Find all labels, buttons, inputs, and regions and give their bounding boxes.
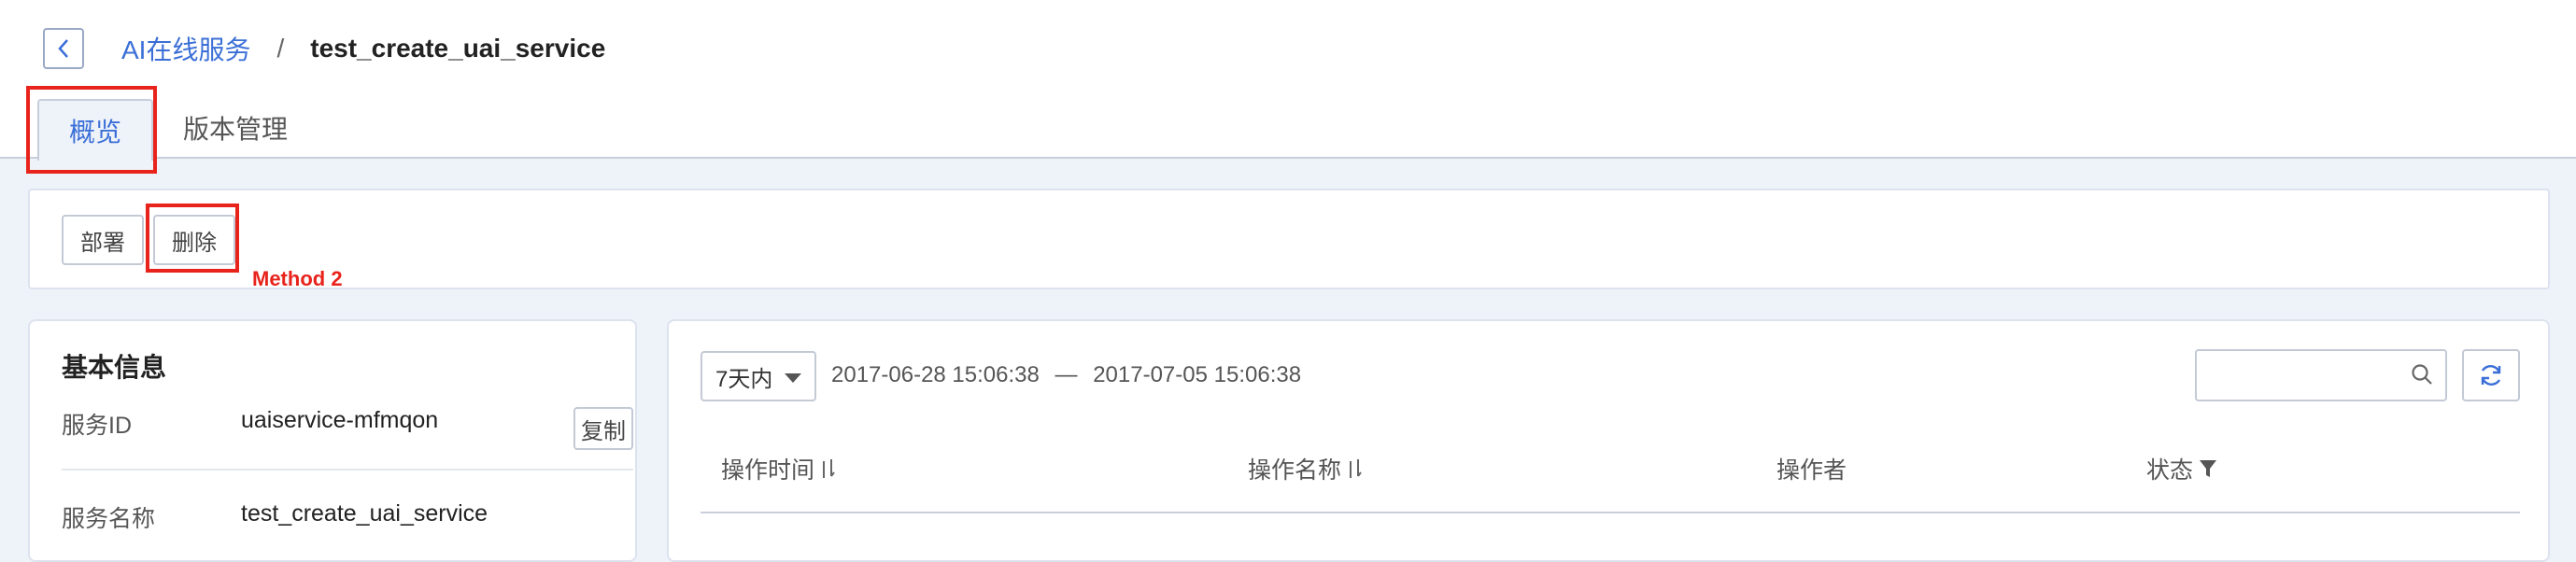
time-range-select[interactable]: 7天内 bbox=[701, 351, 816, 401]
page-header: AI在线服务 / test_create_uai_service 概览 版本管理 bbox=[0, 0, 2576, 161]
refresh-button[interactable] bbox=[2462, 349, 2520, 401]
table-header-divider bbox=[701, 512, 2520, 513]
basic-info-title: 基本信息 bbox=[62, 353, 167, 382]
breadcrumb-separator: / bbox=[276, 34, 285, 63]
delete-button[interactable]: 删除 bbox=[153, 215, 235, 265]
info-row-service-name: 服务名称 test_create_uai_service bbox=[62, 484, 633, 556]
tab-version-management[interactable]: 版本管理 bbox=[153, 97, 318, 159]
service-id-label: 服务ID bbox=[62, 413, 133, 439]
chevron-left-icon bbox=[58, 39, 68, 58]
row-divider bbox=[62, 469, 633, 471]
deploy-button[interactable]: 部署 bbox=[62, 215, 144, 265]
filter-icon[interactable] bbox=[2199, 458, 2217, 479]
service-name-label: 服务名称 bbox=[62, 506, 156, 532]
column-status-label: 状态 bbox=[2146, 457, 2194, 484]
copy-button[interactable]: 复制 bbox=[573, 407, 633, 450]
back-button[interactable] bbox=[43, 28, 84, 69]
column-op-time-label: 操作时间 bbox=[721, 457, 815, 484]
column-header-operator: 操作者 bbox=[1776, 452, 1847, 485]
operation-log-card: 7天内 2017-06-28 15:06:38 — 2017-07-05 15:… bbox=[667, 319, 2550, 562]
time-range-value: 7天内 bbox=[715, 366, 773, 392]
date-start: 2017-06-28 15:06:38 bbox=[831, 362, 1040, 387]
service-id-value: uaiservice-mfmqon bbox=[241, 407, 439, 433]
column-op-name-label: 操作名称 bbox=[1248, 457, 1342, 484]
caret-down-icon bbox=[785, 373, 801, 383]
tab-bar: 概览 版本管理 bbox=[37, 97, 318, 161]
service-name-value: test_create_uai_service bbox=[241, 500, 488, 527]
method-annotation: Method 2 bbox=[252, 267, 343, 290]
sort-icon[interactable] bbox=[1347, 457, 1362, 480]
info-row-service-id: 服务ID uaiservice-mfmqon 复制 bbox=[62, 390, 633, 463]
date-separator: — bbox=[1054, 362, 1078, 387]
breadcrumb-parent-link[interactable]: AI在线服务 bbox=[121, 30, 250, 67]
date-end: 2017-07-05 15:06:38 bbox=[1093, 362, 1302, 387]
search-input[interactable] bbox=[2195, 349, 2447, 401]
column-operator-label: 操作者 bbox=[1776, 457, 1847, 484]
search-icon[interactable] bbox=[2410, 362, 2434, 391]
column-header-status[interactable]: 状态 bbox=[2146, 452, 2217, 485]
basic-info-card: 基本信息 服务ID uaiservice-mfmqon 复制 服务名称 test… bbox=[28, 319, 637, 562]
sort-icon[interactable] bbox=[820, 457, 835, 480]
date-range-display: 2017-06-28 15:06:38 — 2017-07-05 15:06:3… bbox=[831, 362, 1301, 388]
refresh-icon bbox=[2481, 365, 2501, 386]
action-toolbar: 部署 删除 bbox=[28, 189, 2550, 289]
page-title: test_create_uai_service bbox=[310, 34, 606, 63]
column-header-op-time[interactable]: 操作时间 bbox=[721, 452, 835, 485]
column-header-op-name[interactable]: 操作名称 bbox=[1248, 452, 1362, 485]
tab-overview[interactable]: 概览 bbox=[37, 99, 154, 161]
breadcrumb: AI在线服务 / test_create_uai_service bbox=[121, 28, 605, 69]
